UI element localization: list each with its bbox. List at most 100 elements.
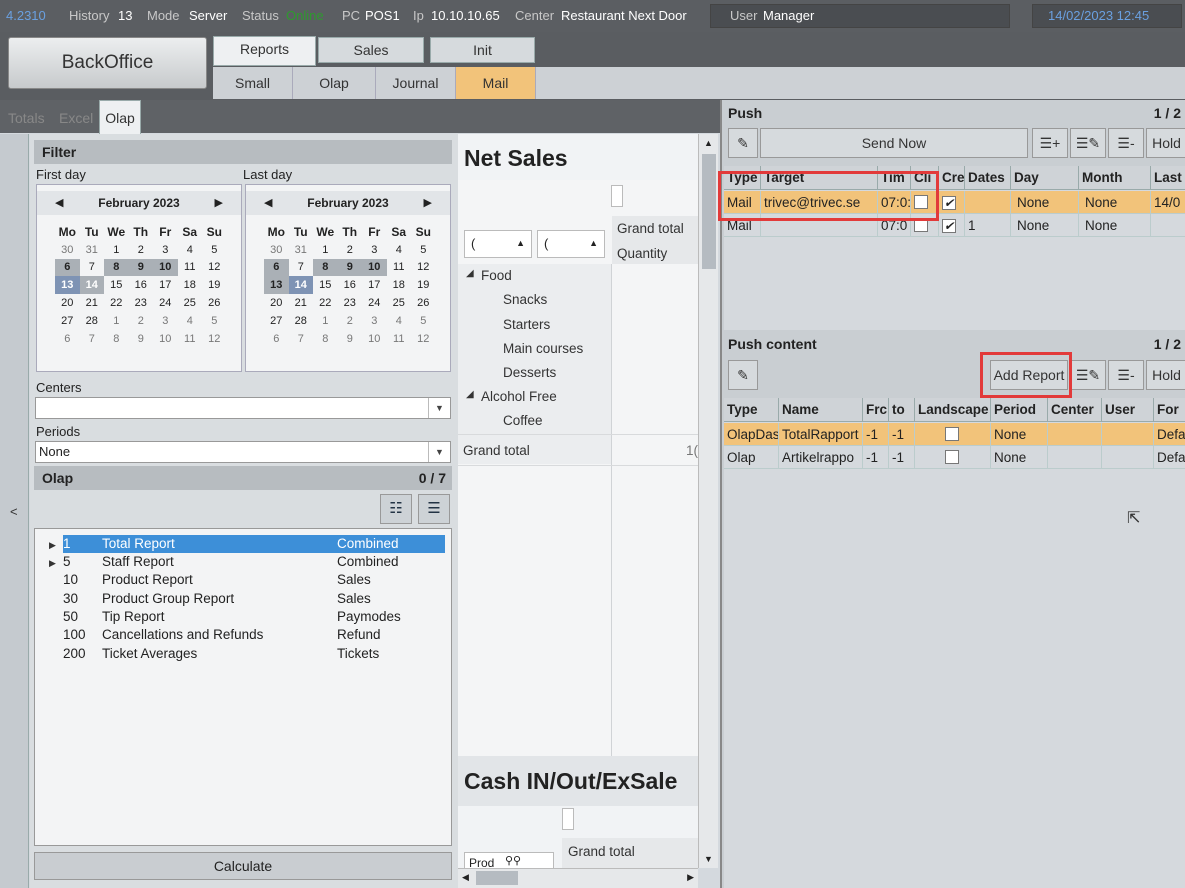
day-cell[interactable]: 23 bbox=[129, 294, 154, 312]
day-cell[interactable]: 11 bbox=[178, 330, 203, 348]
col-name[interactable]: Name bbox=[779, 398, 863, 422]
day-cell-selected[interactable]: 13 bbox=[55, 276, 80, 295]
prev-month-icon[interactable]: ◀ bbox=[55, 191, 63, 215]
day-cell[interactable]: 26 bbox=[202, 294, 227, 312]
checkbox-unchecked[interactable] bbox=[945, 450, 959, 464]
scroll-thumb[interactable] bbox=[476, 871, 518, 885]
day-cell[interactable]: 25 bbox=[387, 294, 412, 312]
day-cell[interactable]: 31 bbox=[80, 241, 105, 259]
day-cell[interactable]: 5 bbox=[411, 312, 436, 330]
row-field-filter-2[interactable]: ( ▲ bbox=[537, 230, 605, 258]
day-cell[interactable]: 28 bbox=[80, 312, 105, 330]
periods-select[interactable]: None ▼ bbox=[35, 441, 451, 463]
checkbox-checked[interactable]: ✔ bbox=[942, 219, 956, 233]
day-cell[interactable]: 21 bbox=[80, 294, 105, 312]
hold-button[interactable]: Hold bbox=[1146, 128, 1185, 158]
column-field-drop[interactable] bbox=[611, 185, 623, 207]
day-cell[interactable]: 6 bbox=[264, 330, 289, 348]
remove-content-button[interactable]: ☰- bbox=[1108, 360, 1144, 390]
tab-olap-left[interactable]: Olap bbox=[99, 100, 141, 134]
day-cell[interactable]: 3 bbox=[362, 241, 387, 259]
day-cell[interactable]: 4 bbox=[178, 312, 203, 330]
day-cell[interactable]: 31 bbox=[289, 241, 314, 259]
day-cell[interactable]: 19 bbox=[202, 276, 227, 294]
day-cell[interactable]: 26 bbox=[411, 294, 436, 312]
tab-journal[interactable]: Journal bbox=[376, 67, 456, 99]
column-field-drop[interactable] bbox=[562, 808, 574, 830]
day-cell[interactable]: 12 bbox=[202, 259, 227, 277]
day-cell[interactable]: 10 bbox=[362, 258, 387, 277]
day-cell[interactable]: 28 bbox=[289, 312, 314, 330]
day-cell[interactable]: 1 bbox=[313, 241, 338, 259]
prev-month-icon[interactable]: ◀ bbox=[264, 191, 272, 215]
col-month[interactable]: Month bbox=[1079, 166, 1151, 190]
edit-push-button[interactable]: ✎ bbox=[728, 128, 758, 158]
hold-button[interactable]: Hold bbox=[1146, 360, 1185, 390]
day-cell[interactable]: 10 bbox=[153, 330, 178, 348]
day-cell[interactable]: 1 bbox=[104, 312, 129, 330]
col-day[interactable]: Day bbox=[1011, 166, 1079, 190]
tab-mail[interactable]: Mail bbox=[456, 67, 536, 99]
edit-list-button[interactable]: ☰✎ bbox=[1070, 360, 1106, 390]
day-cell[interactable]: 12 bbox=[411, 330, 436, 348]
list-item[interactable]: ▶ 5 Staff Report Combined bbox=[39, 553, 449, 571]
collapse-strip[interactable]: < bbox=[0, 134, 29, 888]
centers-select[interactable]: ▼ bbox=[35, 397, 451, 419]
day-cell[interactable]: 6 bbox=[55, 258, 80, 277]
day-cell[interactable]: 15 bbox=[104, 276, 129, 294]
day-cell[interactable]: 8 bbox=[313, 258, 338, 277]
row-field-filter-1[interactable]: ( ▲ bbox=[464, 230, 532, 258]
list-item[interactable]: 200 Ticket Averages Tickets bbox=[39, 645, 449, 663]
col-dates[interactable]: Dates bbox=[965, 166, 1011, 190]
list-item[interactable]: 50 Tip Report Paymodes bbox=[39, 608, 449, 626]
day-cell[interactable]: 27 bbox=[55, 312, 80, 330]
col-from[interactable]: Frc bbox=[863, 398, 889, 422]
day-cell[interactable]: 8 bbox=[313, 330, 338, 348]
day-cell[interactable]: 8 bbox=[104, 258, 129, 277]
day-cell[interactable]: 30 bbox=[55, 241, 80, 259]
day-cell[interactable]: 11 bbox=[387, 259, 412, 277]
expand-all-button[interactable]: ☷ bbox=[380, 494, 412, 524]
day-cell[interactable]: 9 bbox=[129, 330, 154, 348]
scroll-thumb[interactable] bbox=[702, 154, 716, 269]
edit-list-button[interactable]: ☰✎ bbox=[1070, 128, 1106, 158]
day-cell[interactable]: 6 bbox=[55, 330, 80, 348]
day-cell[interactable]: 20 bbox=[55, 294, 80, 312]
day-cell[interactable]: 23 bbox=[338, 294, 363, 312]
day-cell[interactable]: 12 bbox=[202, 330, 227, 348]
day-cell[interactable]: 2 bbox=[129, 241, 154, 259]
scroll-left-icon[interactable]: ◀ bbox=[462, 872, 469, 883]
day-cell[interactable]: 30 bbox=[264, 241, 289, 259]
col-user[interactable]: User bbox=[1102, 398, 1154, 422]
day-cell[interactable]: 13 bbox=[264, 276, 289, 295]
next-month-icon[interactable]: ▶ bbox=[215, 191, 223, 215]
col-type[interactable]: Type bbox=[724, 398, 779, 422]
backoffice-button[interactable]: BackOffice bbox=[8, 37, 207, 89]
day-cell[interactable]: 20 bbox=[264, 294, 289, 312]
tab-small[interactable]: Small bbox=[213, 67, 293, 99]
day-cell[interactable]: 1 bbox=[313, 312, 338, 330]
day-cell[interactable]: 2 bbox=[338, 241, 363, 259]
day-cell-today[interactable]: 14 bbox=[79, 276, 104, 295]
col-last[interactable]: Last bbox=[1151, 166, 1185, 190]
day-cell[interactable]: 9 bbox=[128, 258, 153, 277]
tab-totals[interactable]: Totals bbox=[8, 110, 45, 126]
day-cell[interactable]: 12 bbox=[411, 259, 436, 277]
day-cell[interactable]: 4 bbox=[387, 241, 412, 259]
list-item[interactable]: 30 Product Group Report Sales bbox=[39, 590, 449, 608]
day-cell[interactable]: 3 bbox=[153, 241, 178, 259]
add-push-button[interactable]: ☰+ bbox=[1032, 128, 1068, 158]
calculate-button[interactable]: Calculate bbox=[34, 852, 452, 880]
day-cell[interactable]: 24 bbox=[362, 294, 387, 312]
day-cell[interactable]: 7 bbox=[289, 330, 314, 348]
day-cell[interactable]: 22 bbox=[313, 294, 338, 312]
day-cell[interactable]: 3 bbox=[153, 312, 178, 330]
col-period[interactable]: Period bbox=[991, 398, 1048, 422]
send-now-button[interactable]: Send Now bbox=[760, 128, 1028, 158]
day-cell[interactable]: 4 bbox=[178, 241, 203, 259]
col-landscape[interactable]: Landscape bbox=[915, 398, 991, 422]
list-item[interactable]: 10 Product Report Sales bbox=[39, 571, 449, 589]
day-cell[interactable]: 4 bbox=[387, 312, 412, 330]
tab-sales[interactable]: Sales bbox=[318, 37, 424, 63]
next-month-icon[interactable]: ▶ bbox=[424, 191, 432, 215]
